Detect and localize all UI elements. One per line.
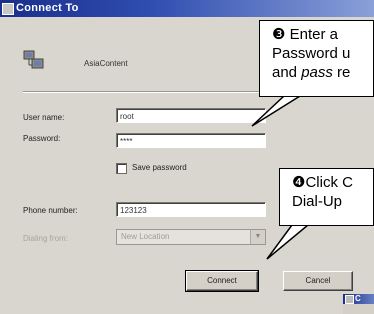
step-3-line3-post: re [332, 64, 351, 81]
callout-step-4: ❹Click C Dial-Up [279, 168, 374, 226]
step-4-line2: Dial-Up [292, 193, 343, 210]
screenshot: Connect To AsiaContent User name: root P… [0, 0, 374, 314]
callout-step-3: ❸ Enter a Password u and pass re [259, 20, 374, 97]
step-4-number: ❹ [292, 174, 306, 191]
connecting-dialog-title-text: C [355, 294, 361, 303]
step-3-line2: Password u [272, 45, 351, 62]
dialup-icon [345, 295, 354, 304]
step-3-line1: Enter a [289, 26, 338, 43]
step-3-number: ❸ [272, 26, 286, 43]
step-3-line3-emphasis: pass [301, 64, 333, 81]
step-3-line3-pre: and [272, 64, 302, 81]
step-4-line1: Click C [305, 174, 353, 191]
connecting-dialog-title: C [343, 294, 374, 304]
connecting-dialog[interactable]: C [343, 294, 374, 314]
